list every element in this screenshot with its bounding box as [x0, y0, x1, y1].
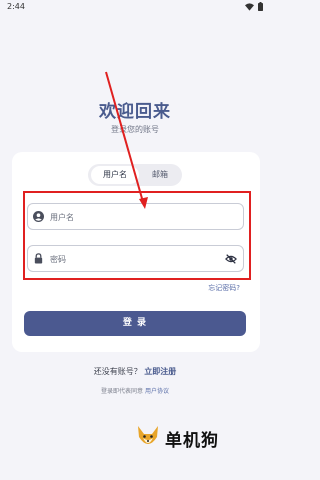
page-title: 欢迎回来: [99, 102, 171, 122]
forgot-password-link[interactable]: 忘记密码?: [208, 283, 240, 293]
agree-prefix: 登录即代表同意: [101, 388, 144, 395]
status-icons: [245, 2, 263, 11]
agreement-text: 登录即代表同意 用户协议: [0, 386, 270, 395]
status-bar: 2:44: [0, 0, 270, 14]
no-account-text: 还没有账号？: [93, 367, 142, 376]
register-link[interactable]: 立即注册: [144, 367, 176, 376]
user-agreement-link[interactable]: 用户协议: [145, 388, 169, 395]
login-button[interactable]: 登 录: [24, 311, 246, 336]
status-time: 2:44: [7, 2, 25, 11]
battery-icon: [258, 2, 263, 11]
wifi-icon: [245, 2, 254, 11]
page-subtitle: 登录您的账号: [111, 125, 159, 134]
fox-logo-icon: [138, 426, 158, 444]
tab-username[interactable]: 用户名: [91, 166, 139, 184]
watermark-text: 单机狗: [165, 430, 219, 451]
watermark: 单机狗: [135, 424, 219, 452]
login-mode-tabs: 用户名 邮箱: [88, 164, 182, 186]
tab-email[interactable]: 邮箱: [140, 166, 180, 184]
register-prompt: 还没有账号？ 立即注册: [0, 366, 270, 377]
annotation-highlight-box: [23, 191, 251, 280]
